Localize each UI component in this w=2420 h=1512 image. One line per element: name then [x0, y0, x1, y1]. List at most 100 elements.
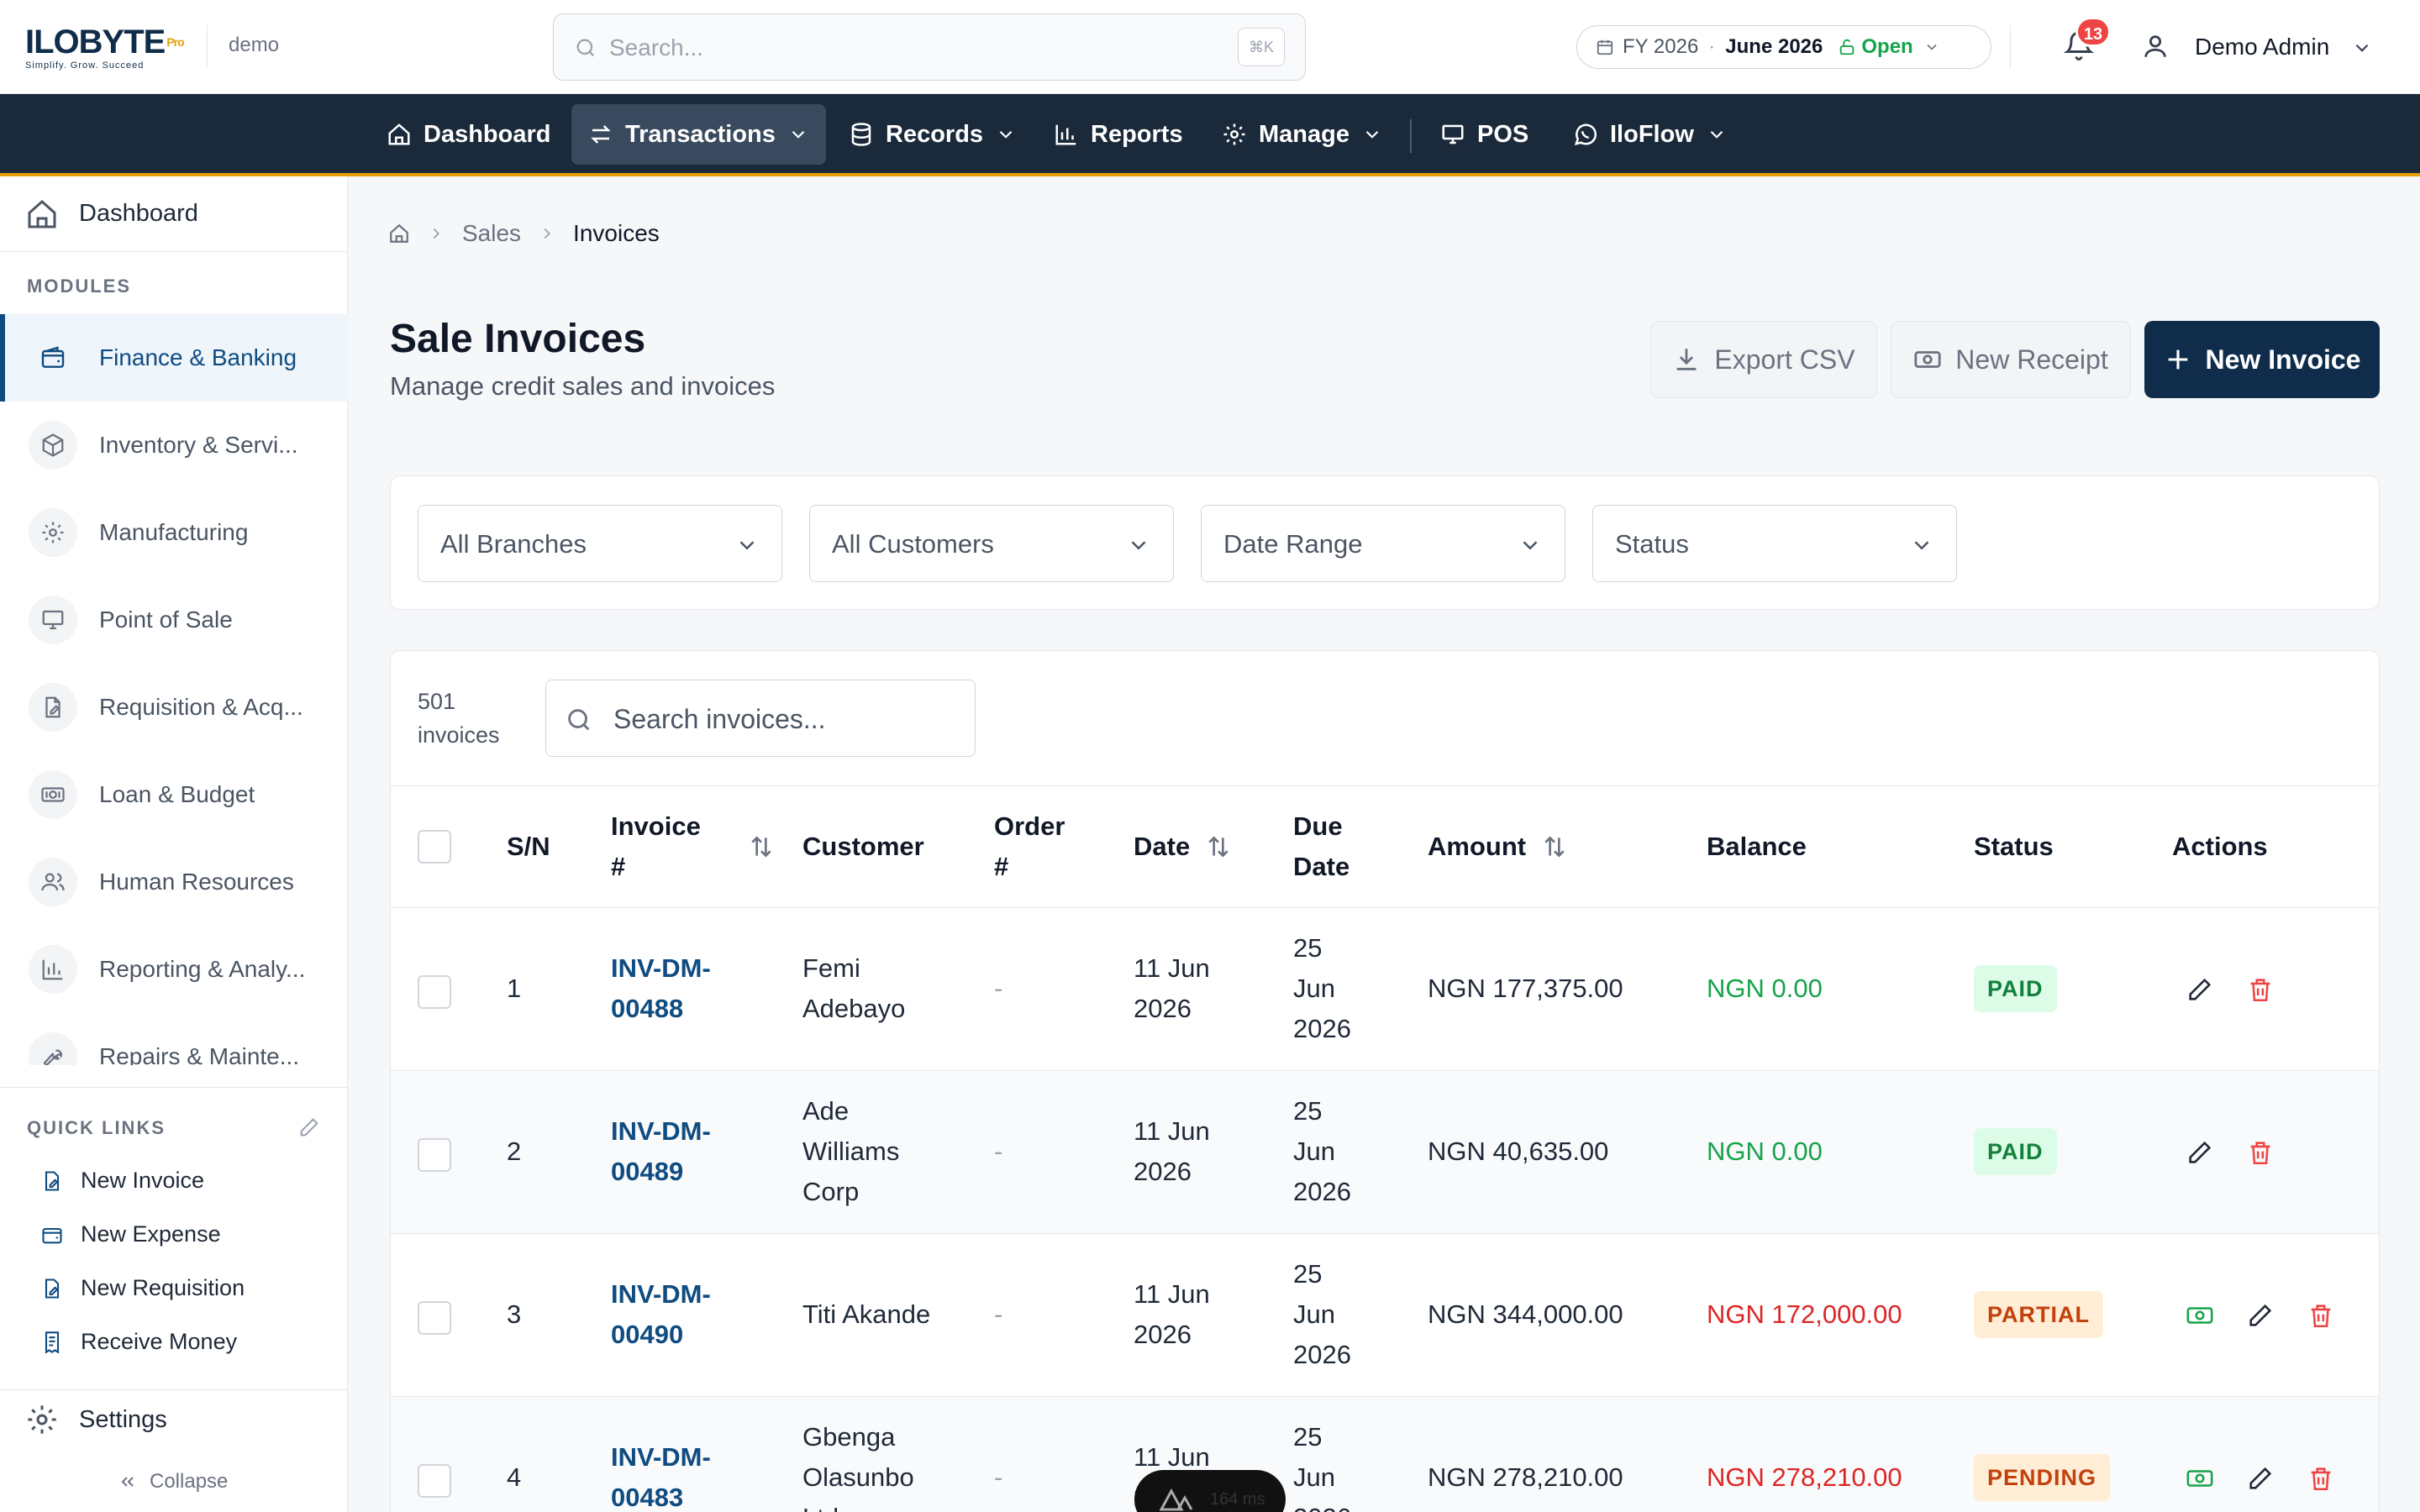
row-checkbox[interactable] [418, 1301, 451, 1335]
row-checkbox[interactable] [418, 975, 451, 1009]
nav-records[interactable]: Records [832, 104, 1034, 165]
table-row[interactable]: 4 INV-DM- 00483 Gbenga Olasunbo Ltd - 11 Ju… [391, 1397, 2379, 1512]
nav-dashboard[interactable]: Dashboard [370, 104, 567, 165]
sidebar-item-requisition[interactable]: Requisition & Acq... [0, 664, 348, 751]
invoice-link[interactable]: INV-DM- 00489 [611, 1111, 711, 1192]
customer-filter-select[interactable]: All Customers [809, 505, 1174, 582]
brand-logo[interactable]: ILOBYTE Pro Simplify. Grow. Succeed [25, 24, 185, 71]
record-payment-icon[interactable] [2186, 1464, 2214, 1493]
cell-line: 2026 [1134, 1320, 1192, 1349]
gear-icon [28, 1405, 56, 1434]
col-label: Balance [1707, 832, 1807, 861]
sidebar-item-repairs[interactable]: Repairs & Mainte... [0, 1013, 348, 1065]
sidebar-item-inventory[interactable]: Inventory & Servi... [0, 402, 348, 489]
quick-link-new-invoice[interactable]: New Invoice [40, 1168, 204, 1194]
quick-link-new-expense[interactable]: New Expense [40, 1221, 221, 1247]
branch-filter-select[interactable]: All Branches [418, 505, 782, 582]
new-invoice-button[interactable]: New Invoice [2144, 321, 2380, 398]
invoice-link[interactable]: INV-DM- 00483 [611, 1437, 711, 1512]
sort-icon[interactable] [748, 833, 775, 860]
sidebar-item-reporting[interactable]: Reporting & Analy... [0, 926, 348, 1013]
invoice-search-input[interactable]: Search invoices... [545, 680, 976, 757]
col-balance: Balance [1707, 827, 1807, 867]
row-checkbox[interactable] [418, 1138, 451, 1172]
col-status: Status [1974, 827, 2054, 867]
pencil-icon[interactable] [297, 1116, 321, 1139]
global-search-input[interactable]: Search... ⌘K [553, 13, 1306, 81]
nav-transactions[interactable]: Transactions [571, 104, 826, 165]
col-invoice[interactable]: Invoice # [611, 806, 775, 887]
quick-links-section-title: QUICK LINKS [27, 1117, 166, 1138]
row-checkbox[interactable] [418, 1464, 451, 1498]
breadcrumb-sales[interactable]: Sales [462, 220, 521, 247]
cell-customer: Ade Williams Corp [802, 1091, 899, 1212]
trash-icon[interactable] [2307, 1301, 2335, 1330]
quick-link-receive-money[interactable]: Receive Money [40, 1329, 237, 1355]
sidebar-item-dashboard[interactable]: Dashboard [0, 176, 348, 252]
edit-icon[interactable] [2186, 1138, 2214, 1167]
col-amount[interactable]: Amount [1428, 827, 1568, 867]
edit-icon[interactable] [2246, 1301, 2275, 1330]
chevron-down-icon[interactable] [2351, 37, 2373, 59]
nav-reports[interactable]: Reports [1037, 104, 1200, 165]
trash-icon[interactable] [2246, 975, 2275, 1004]
edit-icon[interactable] [2246, 1464, 2275, 1493]
fiscal-month: June 2026 [1725, 35, 1823, 58]
cell-due-date: 25 Jun 2026 [1293, 928, 1351, 1049]
select-all-checkbox[interactable] [418, 830, 451, 864]
period-status: Open [1838, 35, 1913, 59]
sidebar-item-settings[interactable]: Settings [25, 1403, 167, 1436]
user-icon[interactable] [2141, 32, 2170, 60]
sidebar-item-point-of-sale[interactable]: Point of Sale [0, 576, 348, 664]
sidebar-item-manufacturing[interactable]: Manufacturing [0, 489, 348, 576]
cell-order: - [994, 1137, 1003, 1166]
col-date[interactable]: Date [1134, 827, 1232, 867]
sidebar-collapse-button[interactable]: Collapse [118, 1470, 228, 1494]
devtools-timing: 164 ms [1210, 1489, 1265, 1509]
sidebar-item-label: Dashboard [79, 200, 198, 227]
status-badge: PENDING [1974, 1454, 2111, 1501]
nav-manage[interactable]: Manage [1205, 104, 1400, 165]
notification-count-badge: 13 [2075, 17, 2111, 47]
devtools-toggle[interactable]: 164 ms [1134, 1470, 1286, 1512]
trash-icon[interactable] [2246, 1138, 2275, 1167]
table-row[interactable]: 3 INV-DM- 00490 Titi Akande - 11 Jun 2026 … [391, 1234, 2379, 1397]
cell-amount: NGN 278,210.00 [1428, 1462, 1623, 1492]
cell-line: Olasunbo [802, 1462, 914, 1492]
sidebar-item-label: Finance & Banking [99, 344, 297, 370]
cell-line: INV-DM- [611, 1116, 711, 1146]
cell-line: Femi [802, 953, 860, 983]
col-label: Actions [2172, 832, 2268, 861]
trash-icon[interactable] [2307, 1464, 2335, 1493]
status-filter-select[interactable]: Status [1592, 505, 1957, 582]
fiscal-period-selector[interactable]: FY 2026 · June 2026 Open [1576, 25, 1991, 69]
new-receipt-button[interactable]: New Receipt [1891, 321, 2131, 398]
sort-icon[interactable] [1541, 833, 1568, 860]
quick-link-new-requisition[interactable]: New Requisition [40, 1275, 245, 1301]
record-payment-icon[interactable] [2186, 1301, 2214, 1330]
nav-pos[interactable]: POS [1423, 104, 1545, 165]
table-row[interactable]: 2 INV-DM- 00489 Ade Williams Corp - 11 Jun 2… [391, 1071, 2379, 1234]
user-menu[interactable]: Demo Admin [2195, 34, 2329, 60]
sidebar-item-finance-banking[interactable]: Finance & Banking [0, 314, 348, 402]
table-row[interactable]: 1 INV-DM- 00488 Femi Adebayo - 11 Jun 2026 … [391, 908, 2379, 1071]
export-csv-button[interactable]: Export CSV [1650, 321, 1877, 398]
nav-iloflow[interactable]: IloFlow [1556, 104, 1744, 165]
home-icon[interactable] [388, 223, 410, 244]
sort-icon[interactable] [1205, 833, 1232, 860]
invoice-count-value: 501 [418, 689, 456, 714]
sidebar-item-human-resources[interactable]: Human Resources [0, 838, 348, 926]
invoice-link[interactable]: INV-DM- 00490 [611, 1274, 711, 1355]
sidebar-item-loan-budget[interactable]: Loan & Budget [0, 751, 348, 838]
quick-link-label: New Expense [81, 1221, 221, 1247]
gear-icon [29, 508, 77, 557]
brand-name: ILOBYTE [25, 24, 166, 60]
cell-balance: NGN 172,000.00 [1707, 1299, 1902, 1329]
file-edit-icon [45, 1170, 60, 1191]
chevron-down-icon [1131, 541, 1146, 550]
cell-line: Jun [1293, 1462, 1335, 1492]
plus-icon [2168, 349, 2187, 370]
edit-icon[interactable] [2186, 975, 2214, 1004]
invoice-link[interactable]: INV-DM- 00488 [611, 948, 711, 1029]
date-range-filter-select[interactable]: Date Range [1201, 505, 1565, 582]
